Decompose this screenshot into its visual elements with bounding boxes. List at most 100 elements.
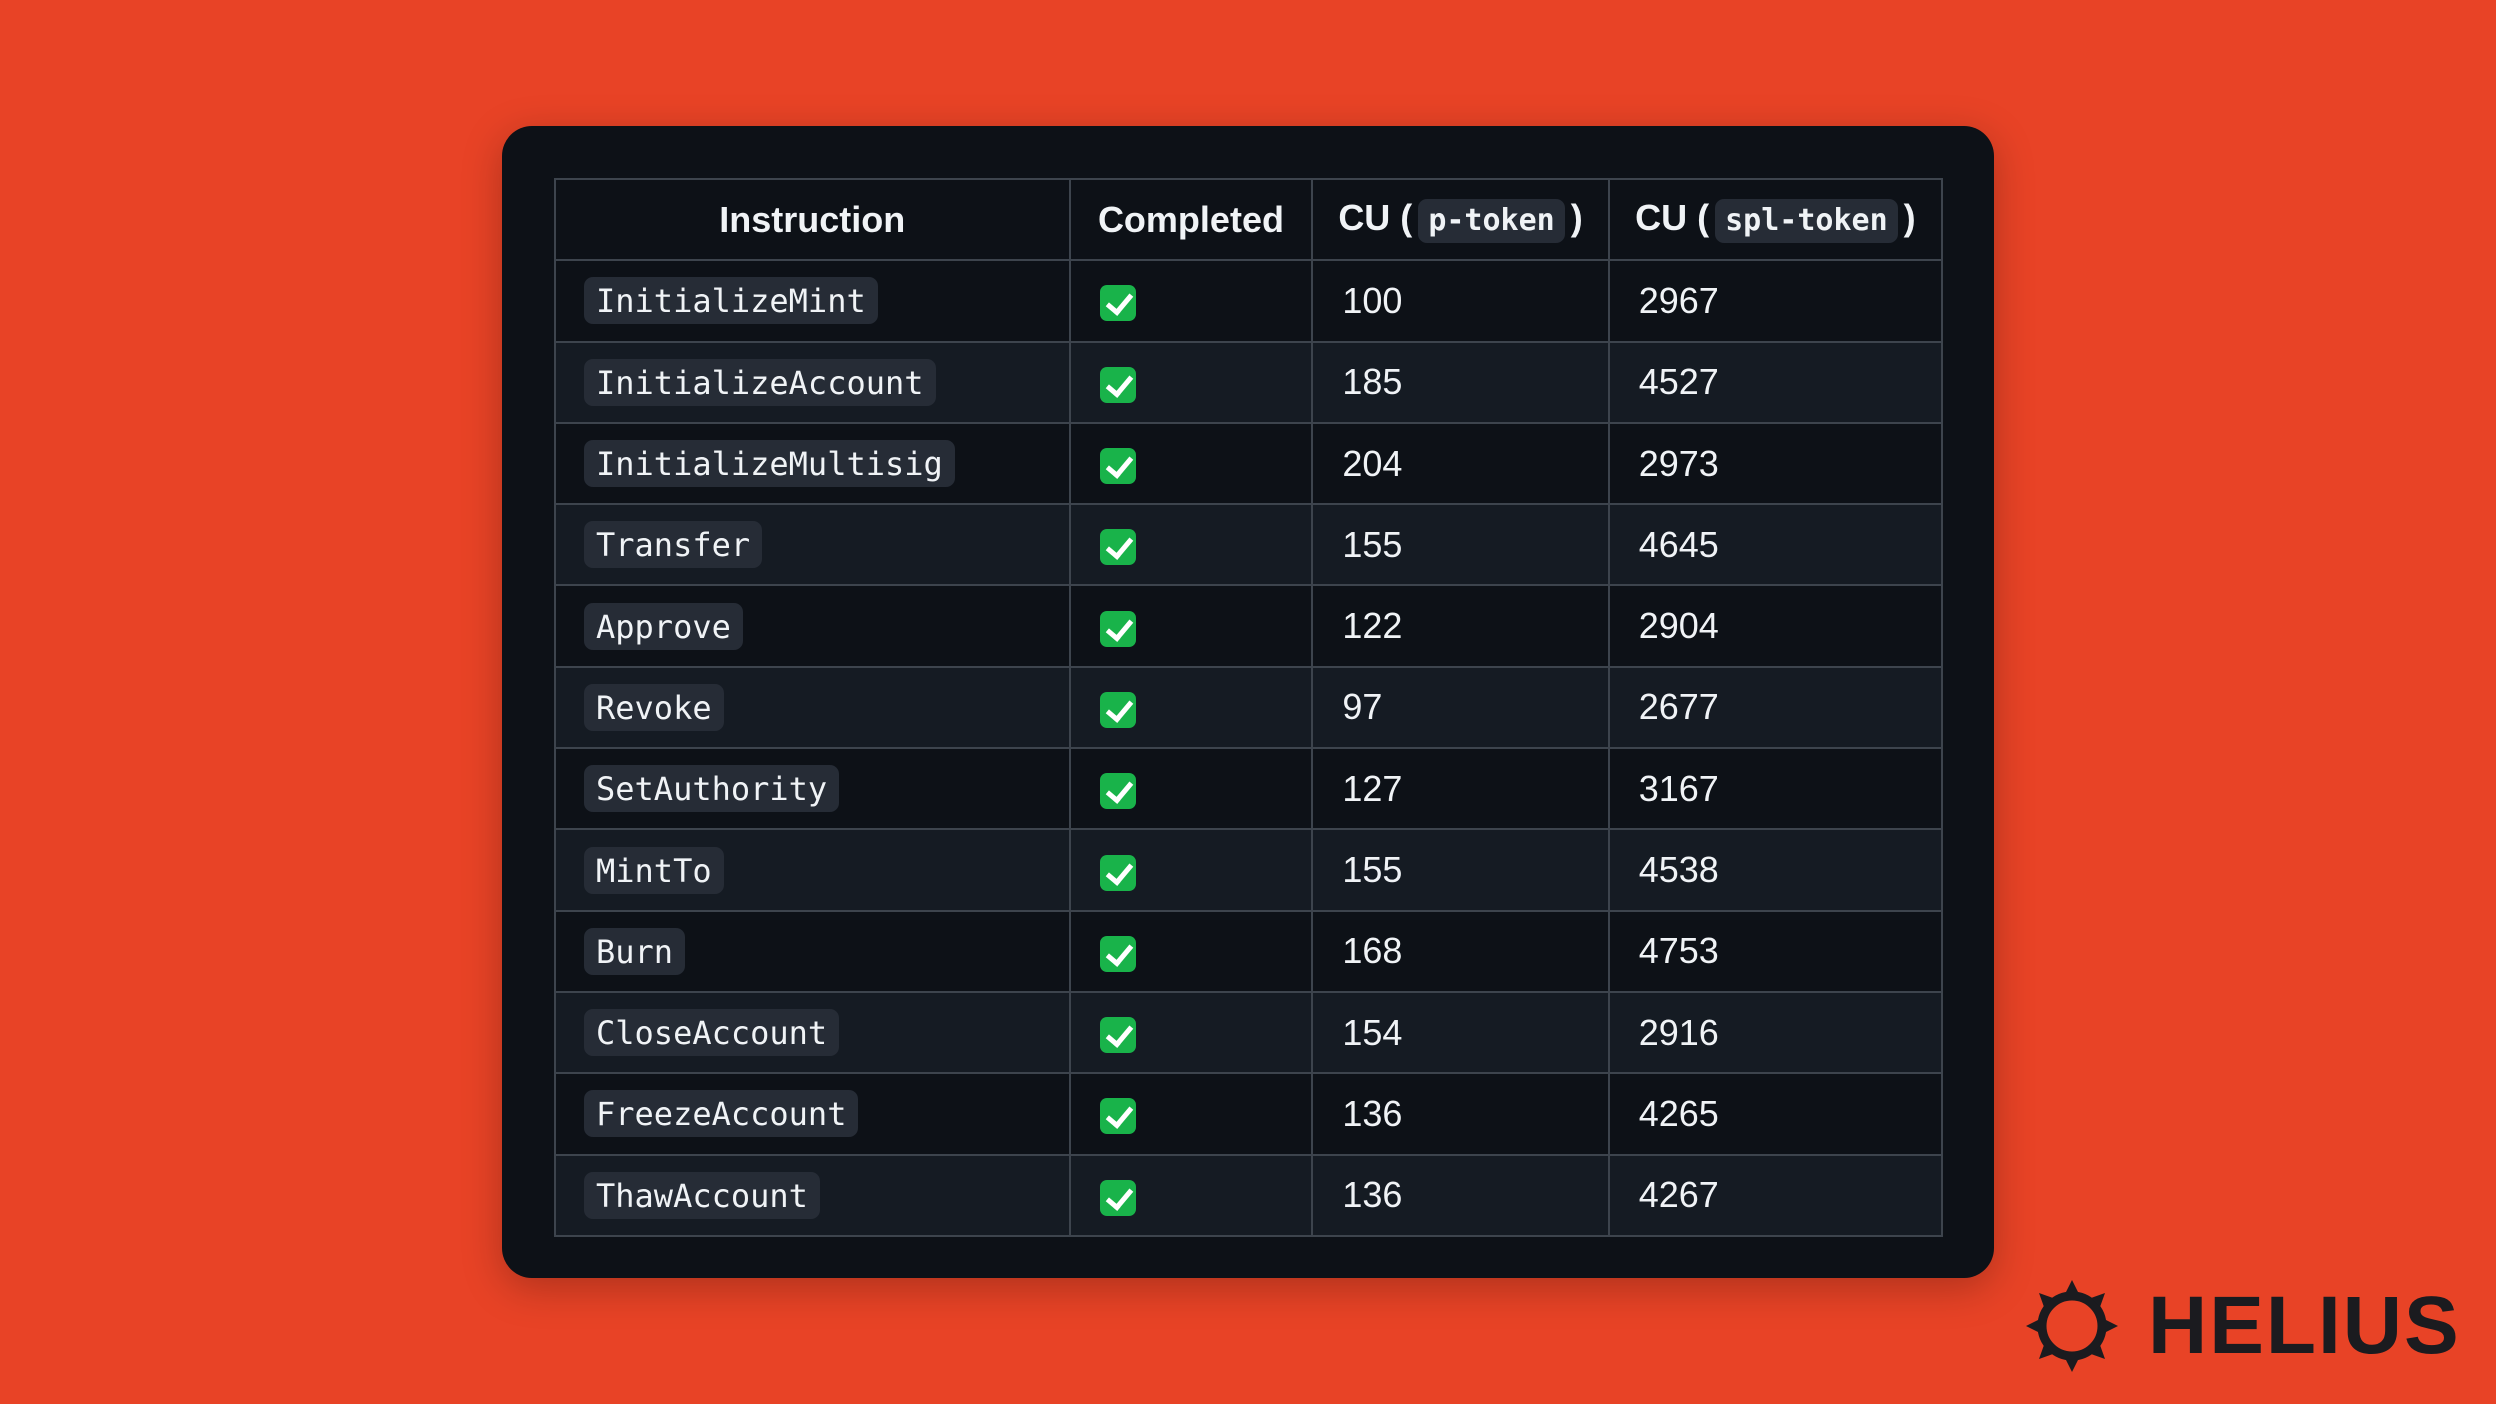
cu-spl-token-cell: 4753 <box>1607 909 1944 993</box>
cu-spl-token-cell: 2904 <box>1607 584 1944 668</box>
instruction-code: InitializeMint <box>584 277 878 325</box>
cu-p-token-cell: 122 <box>1311 584 1610 668</box>
table-row: InitializeMultisig 204 2973 <box>554 421 1944 506</box>
cu-p-token-cell: 168 <box>1311 909 1610 993</box>
table-row: Approve 122 2904 <box>554 584 1944 668</box>
completed-cell <box>1068 747 1314 831</box>
cu-p-token-cell: 154 <box>1311 990 1610 1075</box>
instruction-cell: Transfer <box>554 503 1071 587</box>
instruction-code: MintTo <box>584 846 724 894</box>
cu-p-token-cell: 127 <box>1311 747 1610 831</box>
checkmark-icon <box>1099 1017 1136 1054</box>
header-cu-suffix: ) <box>1570 196 1583 238</box>
cu-spl-token-cell: 4267 <box>1607 1153 1944 1237</box>
table-row: FreezeAccount 136 4265 <box>554 1072 1944 1156</box>
instruction-code: InitializeAccount <box>584 358 936 406</box>
checkmark-icon <box>1099 366 1136 403</box>
cu-spl-token-cell: 2677 <box>1607 665 1944 750</box>
instruction-code: CloseAccount <box>584 1009 840 1057</box>
completed-cell <box>1068 503 1314 587</box>
instruction-code: Burn <box>584 927 686 975</box>
checkmark-icon <box>1099 285 1136 322</box>
header-cu-prefix: CU ( <box>1338 196 1413 238</box>
completed-cell <box>1068 584 1314 668</box>
table-row: CloseAccount 154 2916 <box>554 990 1944 1075</box>
table-row: MintTo 155 4538 <box>554 828 1944 912</box>
cu-spl-token-cell: 3167 <box>1607 747 1944 831</box>
cu-p-token-cell: 136 <box>1311 1153 1610 1237</box>
table-row: SetAuthority 127 3167 <box>554 747 1944 831</box>
completed-cell <box>1068 665 1314 750</box>
instruction-cell: CloseAccount <box>554 990 1071 1075</box>
instruction-code: SetAuthority <box>584 765 840 813</box>
instruction-code: ThawAccount <box>584 1171 820 1219</box>
completed-cell <box>1068 828 1314 912</box>
cu-p-token-cell: 185 <box>1311 340 1610 424</box>
completed-cell <box>1068 1153 1314 1237</box>
instruction-cell: ThawAccount <box>554 1153 1071 1237</box>
table-row: Transfer 155 4645 <box>554 503 1944 587</box>
table-row: InitializeMint 100 2967 <box>554 259 1944 343</box>
header-code-p-token: p-token <box>1418 198 1565 243</box>
table-card: Instruction Completed CU (p-token) CU (s… <box>502 126 1994 1278</box>
instruction-cell: FreezeAccount <box>554 1072 1071 1156</box>
header-completed: Completed <box>1068 177 1314 262</box>
helius-wordmark: HELIUS <box>2148 1280 2461 1371</box>
instruction-cell: InitializeAccount <box>554 340 1071 424</box>
instruction-code: Transfer <box>584 521 763 569</box>
completed-cell <box>1068 340 1314 424</box>
instruction-code: InitializeMultisig <box>584 440 955 488</box>
cu-spl-token-cell: 2973 <box>1607 421 1944 506</box>
instruction-cell: SetAuthority <box>554 747 1071 831</box>
cu-spl-token-cell: 4645 <box>1607 503 1944 587</box>
table-row: ThawAccount 136 4267 <box>554 1153 1944 1237</box>
cu-p-token-cell: 204 <box>1311 421 1610 506</box>
checkmark-icon <box>1099 610 1136 647</box>
cu-p-token-cell: 155 <box>1311 828 1610 912</box>
header-cu-suffix: ) <box>1903 196 1916 238</box>
checkmark-icon <box>1099 529 1136 566</box>
header-cu-prefix: CU ( <box>1635 196 1710 238</box>
cu-p-token-cell: 155 <box>1311 503 1610 587</box>
instruction-code: Approve <box>584 602 743 650</box>
header-cu-p-token: CU (p-token) <box>1311 177 1610 262</box>
completed-cell <box>1068 1072 1314 1156</box>
cu-spl-token-cell: 4527 <box>1607 340 1944 424</box>
cu-spl-token-cell: 4538 <box>1607 828 1944 912</box>
instruction-code: FreezeAccount <box>584 1090 859 1138</box>
instruction-cell: MintTo <box>554 828 1071 912</box>
instruction-cell: Approve <box>554 584 1071 668</box>
checkmark-icon <box>1099 1098 1136 1135</box>
helius-sun-icon <box>2026 1280 2118 1372</box>
instruction-cell: InitializeMultisig <box>554 421 1071 506</box>
header-instruction: Instruction <box>554 177 1071 262</box>
cu-spl-token-cell: 4265 <box>1607 1072 1944 1156</box>
header-cu-spl-token: CU (spl-token) <box>1607 177 1944 262</box>
header-code-spl-token: spl-token <box>1715 198 1898 243</box>
table-row: InitializeAccount 185 4527 <box>554 340 1944 424</box>
checkmark-icon <box>1099 448 1136 485</box>
checkmark-icon <box>1099 1179 1136 1216</box>
cu-p-token-cell: 100 <box>1311 259 1610 343</box>
cu-p-token-cell: 97 <box>1311 665 1610 750</box>
completed-cell <box>1068 421 1314 506</box>
table-header-row: Instruction Completed CU (p-token) CU (s… <box>554 177 1944 262</box>
instruction-code: Revoke <box>584 683 724 731</box>
table-row: Revoke 97 2677 <box>554 665 1944 750</box>
cu-spl-token-cell: 2967 <box>1607 259 1944 343</box>
completed-cell <box>1068 909 1314 993</box>
cu-comparison-table: Instruction Completed CU (p-token) CU (s… <box>554 177 1944 1237</box>
instruction-cell: Burn <box>554 909 1071 993</box>
completed-cell <box>1068 990 1314 1075</box>
helius-logo: HELIUS <box>2024 1276 2461 1376</box>
instruction-cell: InitializeMint <box>554 259 1071 343</box>
instruction-cell: Revoke <box>554 665 1071 750</box>
table-row: Burn 168 4753 <box>554 909 1944 993</box>
checkmark-icon <box>1099 773 1136 810</box>
checkmark-icon <box>1099 935 1136 972</box>
cu-p-token-cell: 136 <box>1311 1072 1610 1156</box>
table-body: InitializeMint 100 2967 InitializeAccount 18… <box>554 259 1944 1237</box>
checkmark-icon <box>1099 691 1136 728</box>
completed-cell <box>1068 259 1314 343</box>
checkmark-icon <box>1099 854 1136 891</box>
